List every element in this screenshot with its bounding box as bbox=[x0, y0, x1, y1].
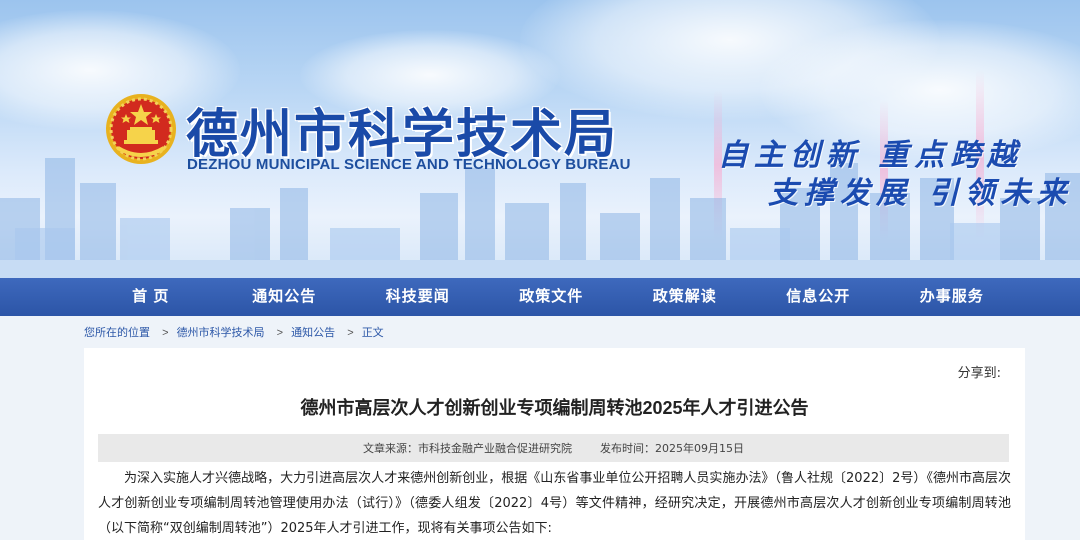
nav-item-services[interactable]: 办事服务 bbox=[885, 278, 1019, 316]
article-publish-time: 发布时间：2025年09月15日 bbox=[600, 442, 744, 455]
share-label[interactable]: 分享到: bbox=[958, 362, 1001, 381]
site-banner: 德州市科学技术局 DEZHOU MUNICIPAL SCIENCE AND TE… bbox=[0, 0, 1080, 278]
breadcrumb-separator: > bbox=[347, 327, 354, 339]
article-source: 文章来源：市科技金融产业融合促进研究院 bbox=[363, 442, 572, 455]
nav-item-information-disclosure[interactable]: 信息公开 bbox=[752, 278, 886, 316]
site-subtitle: DEZHOU MUNICIPAL SCIENCE AND TECHNOLOGY … bbox=[187, 156, 631, 173]
article-meta-bar: 文章来源：市科技金融产业融合促进研究院 发布时间：2025年09月15日 bbox=[98, 434, 1009, 462]
nav-item-home[interactable]: 首 页 bbox=[84, 278, 218, 316]
main-nav: 首 页 通知公告 科技要闻 政策文件 政策解读 信息公开 办事服务 bbox=[0, 278, 1080, 316]
nav-item-policy-documents[interactable]: 政策文件 bbox=[485, 278, 619, 316]
national-emblem-icon bbox=[104, 92, 178, 166]
breadcrumb-link-home[interactable]: 德州市科学技术局 bbox=[177, 327, 265, 339]
nav-item-notices[interactable]: 通知公告 bbox=[218, 278, 352, 316]
breadcrumb: 您所在的位置 > 德州市科学技术局 > 通知公告 > 正文 bbox=[84, 324, 388, 340]
nav-item-news[interactable]: 科技要闻 bbox=[351, 278, 485, 316]
breadcrumb-prefix: 您所在的位置 bbox=[84, 327, 150, 339]
breadcrumb-separator: > bbox=[162, 327, 169, 339]
breadcrumb-separator: > bbox=[276, 327, 284, 339]
article-body: 为深入实施人才兴德战略，大力引进高层次人才来德州创新创业，根据《山东省事业单位公… bbox=[98, 471, 1011, 536]
article-card: 分享到: 德州市高层次人才创新创业专项编制周转池2025年人才引进公告 文章来源… bbox=[84, 348, 1025, 540]
article-title: 德州市高层次人才创新创业专项编制周转池2025年人才引进公告 bbox=[300, 398, 809, 418]
slogan-line-2: 支撑发展 引领未来 bbox=[768, 176, 1073, 211]
nav-item-policy-interpretation[interactable]: 政策解读 bbox=[618, 278, 752, 316]
breadcrumb-current: 正文 bbox=[361, 327, 384, 339]
breadcrumb-link-notices[interactable]: 通知公告 bbox=[291, 327, 335, 339]
